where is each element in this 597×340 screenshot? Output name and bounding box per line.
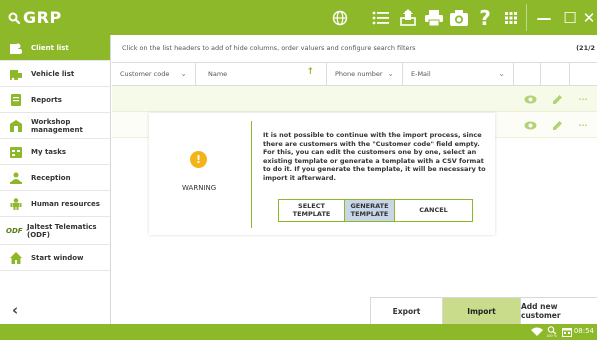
sort-ascending-icon: ↑: [306, 67, 314, 77]
chevron-down-icon: ⌄: [180, 69, 187, 78]
record-count: (21/2: [576, 44, 595, 52]
sidebar-item-label: Reports: [31, 95, 62, 104]
sidebar-item-human-resources[interactable]: Human resources: [0, 191, 110, 217]
printer-icon[interactable]: [422, 6, 446, 30]
hr-icon: [10, 197, 22, 210]
sidebar-item-label: My tasks: [31, 147, 67, 156]
sidebar-item-reports[interactable]: Reports: [0, 87, 110, 113]
generate-template-button[interactable]: GENERATE TEMPLATE: [344, 199, 395, 222]
clock: 08:54: [573, 327, 594, 335]
tasks-icon: [10, 146, 22, 158]
sidebar-item-reception[interactable]: Reception: [0, 165, 110, 191]
sidebar-item-jaltest-telematics[interactable]: ODF Jaltest Telematics (ODF): [0, 217, 110, 245]
workshop-icon: [10, 119, 22, 132]
import-button[interactable]: Import: [442, 297, 520, 324]
sidebar-item-label: Vehicle list: [31, 69, 75, 78]
column-header-spacer: [541, 63, 570, 85]
column-label: Name: [208, 70, 228, 78]
column-label: Phone number: [335, 70, 383, 78]
export-button[interactable]: Export: [370, 297, 442, 324]
column-label: E-Mail: [411, 70, 431, 78]
collapse-sidebar-button[interactable]: ‹: [12, 301, 18, 319]
sidebar-item-label: Start window: [31, 253, 84, 262]
help-icon[interactable]: ?: [473, 6, 497, 30]
add-new-customer-button[interactable]: Add new customer: [520, 297, 597, 324]
brand: GRP: [8, 8, 62, 27]
column-label: Customer code: [120, 70, 170, 78]
sidebar-item-label: Jaltest Telematics (ODF): [27, 222, 97, 239]
reception-icon: [10, 172, 22, 184]
column-header-name[interactable]: Name ↑: [196, 63, 327, 85]
warning-dialog: ! WARNING It is not possible to continue…: [149, 113, 495, 235]
wifi-icon: [531, 326, 543, 338]
sidebar-item-my-tasks[interactable]: My tasks: [0, 139, 110, 165]
apps-grid-icon[interactable]: [499, 6, 523, 30]
sidebar-item-label: Reception: [31, 173, 71, 182]
toolbar-divider: [526, 4, 527, 31]
client-icon: [10, 43, 22, 54]
battery-indicator: 100 %: [546, 326, 557, 338]
vehicle-icon: [10, 69, 22, 80]
camera-icon[interactable]: [447, 6, 471, 30]
top-bar: GRP ? — ☐ ✕: [0, 0, 597, 35]
dialog-title: WARNING: [182, 184, 217, 192]
sidebar-item-label: Client list: [31, 43, 69, 52]
sidebar-item-workshop-management[interactable]: Workshop management: [0, 113, 110, 139]
sidebar-item-label: Human resources: [31, 199, 100, 208]
warning-icon: !: [190, 151, 207, 168]
close-button[interactable]: ✕: [575, 0, 597, 35]
sidebar-item-vehicle-list[interactable]: Vehicle list: [0, 61, 110, 87]
sidebar-item-client-list[interactable]: Client list: [0, 35, 110, 61]
list-icon[interactable]: [369, 6, 393, 30]
battery-level: 100 %: [546, 334, 558, 338]
list-hint: Click on the list headers to add of hide…: [122, 44, 416, 52]
calendar-icon: [562, 326, 572, 338]
select-template-button[interactable]: SELECT TEMPLATE: [278, 199, 345, 222]
minimize-button[interactable]: —: [530, 0, 558, 35]
cancel-button[interactable]: CANCEL: [394, 199, 473, 222]
sidebar-item-label: Workshop management: [31, 117, 83, 134]
column-header-customer-code[interactable]: Customer code ⌄: [112, 63, 196, 85]
sidebar-item-start-window[interactable]: Start window: [0, 245, 110, 271]
dialog-message: It is not possible to continue with the …: [263, 131, 486, 182]
home-icon: [10, 251, 22, 264]
upload-icon[interactable]: [396, 6, 420, 30]
column-header-spacer: [514, 63, 541, 85]
column-header-email[interactable]: E-Mail ⌄: [403, 63, 514, 85]
dialog-divider: [251, 121, 252, 228]
status-bar: 100 % 08:54: [0, 324, 597, 340]
reports-icon: [11, 93, 21, 106]
chevron-down-icon: ⌄: [498, 69, 505, 78]
web-icon[interactable]: [328, 6, 352, 30]
column-header-phone-number[interactable]: Phone number ⌄: [327, 63, 403, 85]
odf-icon: ODF: [6, 226, 23, 235]
table-header: Customer code ⌄ Name ↑ Phone number ⌄ E-…: [112, 62, 597, 86]
search-icon: [8, 12, 20, 24]
column-header-spacer: [570, 63, 597, 85]
sidebar: Client list Vehicle list Reports Worksho…: [0, 35, 111, 324]
chevron-down-icon: ⌄: [387, 69, 394, 78]
search-icon: [547, 326, 556, 334]
brand-name: GRP: [23, 8, 62, 27]
